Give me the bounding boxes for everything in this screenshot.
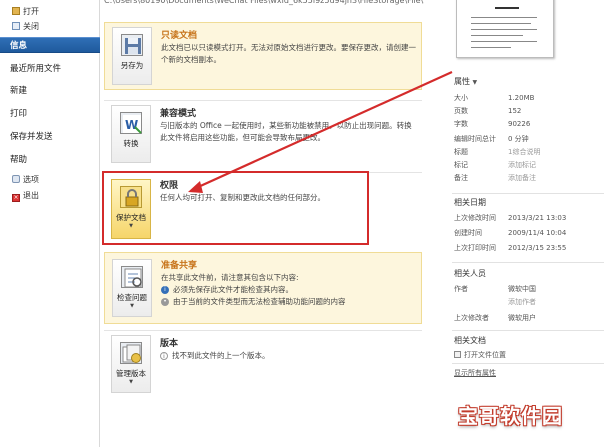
info-icon: i (161, 286, 169, 294)
nav-save-send[interactable]: 保存并发送 (0, 129, 100, 145)
divider (452, 330, 604, 331)
svg-text:W: W (125, 118, 138, 132)
nav-options[interactable]: 选项 (0, 172, 100, 188)
related-docs-header: 相关文档 (454, 336, 486, 345)
nav-open[interactable]: 打开 (0, 4, 100, 20)
checklist-icon (121, 266, 143, 288)
title-field[interactable]: 1综合说明 (508, 147, 540, 158)
divider (452, 363, 604, 364)
watermark-logo: 宝哥软件园 (458, 404, 563, 428)
property-row: 大小 1.20MB (454, 94, 535, 102)
property-row: 标记 添加标记 (454, 160, 536, 171)
versions-title: 版本 (160, 339, 179, 349)
convert-button[interactable]: W 转换 (111, 105, 151, 163)
add-author-field[interactable]: 添加作者 (508, 297, 536, 308)
readonly-desc: 此文档已以只读模式打开。无法对原始文档进行更改。要保存更改，请创建一个新的文档副… (161, 43, 416, 64)
property-row: 备注 添加备注 (454, 173, 536, 184)
folder-icon (454, 351, 461, 358)
person-row: 上次修改者 微软用户 (454, 314, 536, 322)
tags-field[interactable]: 添加标记 (508, 160, 536, 171)
check-issues-button[interactable]: 检查问题 ▼ (112, 259, 152, 317)
show-all-properties-link[interactable]: 显示所有属性 (454, 368, 496, 378)
nav-close[interactable]: 关闭 (0, 19, 100, 35)
share-desc: 在共享此文件前，请注意其包含以下内容: i 必须先保存此文件才能检查其内容。 • 由… (161, 272, 416, 308)
person-row: 作者 微软中国 (454, 285, 536, 293)
nav-info[interactable]: 信息 (0, 37, 100, 53)
readonly-section: 另存为 只读文档 此文档已以只读模式打开。无法对原始文档进行更改。要保存更改，请… (104, 22, 422, 90)
nav-recent[interactable]: 最近所用文件 (0, 61, 100, 77)
compat-desc: 与旧版本的 Office 一起使用时，某些新功能被禁用，以防止出现问题。转换此文… (160, 121, 412, 142)
manage-versions-button[interactable]: 管理版本 ▼ (111, 335, 151, 393)
property-row: 编辑时间总计 0 分钟 (454, 135, 529, 143)
property-row: 字数 90226 (454, 120, 531, 128)
bullet-dot-icon: • (161, 298, 169, 306)
dropdown-arrow-icon: ▼ (130, 303, 134, 309)
share-bullet: i 必须先保存此文件才能检查其内容。 (161, 284, 416, 296)
nav-print[interactable]: 打印 (0, 106, 100, 122)
related-people-header: 相关人员 (454, 269, 486, 278)
file-path: C:\Users\80190\Documents\WeChat Files\wx… (104, 0, 424, 5)
nav-exit[interactable]: × 退出 (0, 188, 100, 204)
highlight-frame (102, 171, 369, 245)
options-icon (12, 175, 20, 183)
versions-section: 管理版本 ▼ 版本 i 找不到此文件的上一个版本。 (104, 330, 422, 394)
share-bullet: • 由于当前的文件类型而无法检查辅助功能问题的内容 (161, 296, 416, 308)
save-as-icon (121, 34, 143, 56)
readonly-title: 只读文档 (161, 31, 198, 41)
document-icon (12, 22, 20, 30)
date-row: 上次修改时间 2013/3/21 13:03 (454, 214, 567, 222)
save-as-button[interactable]: 另存为 (112, 27, 152, 85)
dropdown-arrow-icon: ▼ (472, 79, 478, 86)
prepare-share-section: 检查问题 ▼ 准备共享 在共享此文件前，请注意其包含以下内容: i 必须先保存此文… (104, 252, 422, 324)
compat-title: 兼容模式 (160, 109, 197, 119)
property-row: 标题 1综合说明 (454, 147, 541, 158)
divider (452, 262, 604, 263)
divider (452, 193, 604, 194)
info-icon: i (160, 352, 168, 360)
folder-icon (12, 7, 20, 15)
exit-icon: × (12, 194, 20, 202)
nav-help[interactable]: 帮助 (0, 152, 100, 168)
share-title: 准备共享 (161, 261, 198, 271)
date-row: 创建时间 2009/11/4 10:04 (454, 229, 567, 237)
property-row: 页数 152 (454, 107, 522, 115)
word-convert-icon: W (120, 112, 142, 134)
nav-new[interactable]: 新建 (0, 83, 100, 99)
versions-icon (120, 342, 142, 364)
properties-header[interactable]: 属性 ▼ (454, 76, 477, 87)
date-row: 上次打印时间 2012/3/15 23:55 (454, 244, 567, 252)
document-preview[interactable] (456, 0, 554, 58)
comments-field[interactable]: 添加备注 (508, 173, 536, 184)
open-file-location-link[interactable]: 打开文件位置 (454, 350, 506, 360)
compat-section: W 转换 兼容模式 与旧版本的 Office 一起使用时，某些新功能被禁用，以防… (104, 100, 422, 164)
versions-desc: i 找不到此文件的上一个版本。 (160, 350, 415, 362)
dropdown-arrow-icon: ▼ (129, 379, 133, 385)
file-nav: 打开 关闭 信息 最近所用文件 新建 打印 保存并发送 帮助 选项 × 退出 (0, 0, 100, 447)
related-dates-header: 相关日期 (454, 198, 486, 207)
person-row: 添加作者 (454, 297, 604, 308)
